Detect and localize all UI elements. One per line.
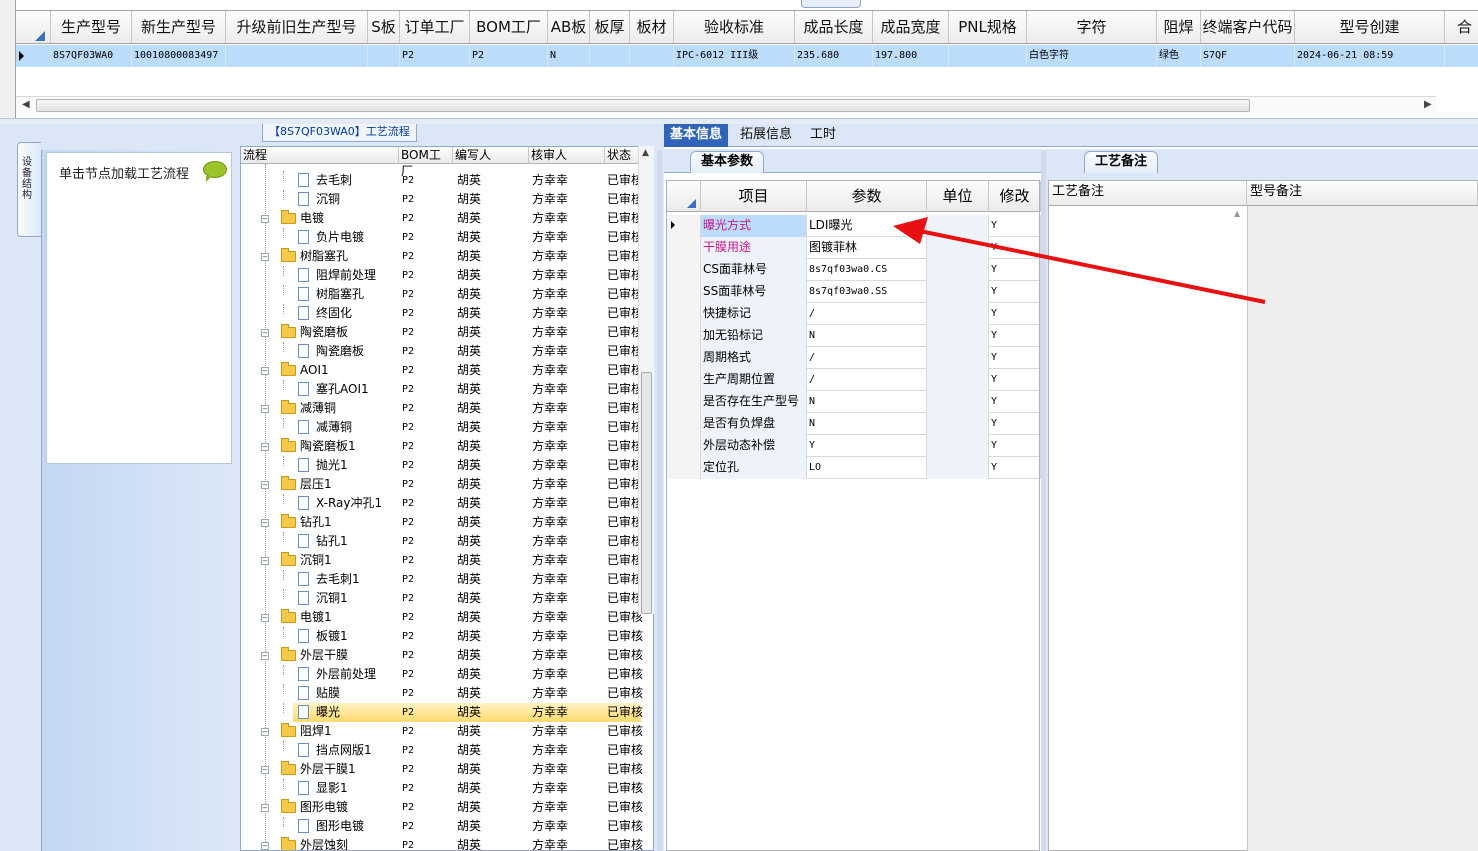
arrow-head	[893, 217, 928, 244]
arrow-shaft	[909, 227, 1266, 304]
annotation-arrow-icon	[893, 217, 1266, 304]
app-window: 生产型号 新生产型号 升级前旧生产型号 S板 订单工厂 BOM工厂 AB板 板厚 板材 验收标准成…	[0, 0, 1478, 851]
